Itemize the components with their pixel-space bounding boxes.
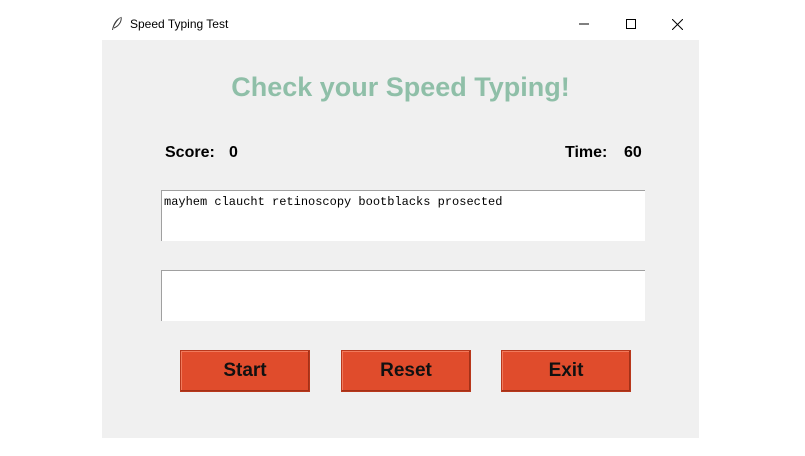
app-window: Speed Typing Test Check your Speed Typin…: [102, 8, 699, 438]
score-label: Score:: [165, 144, 215, 161]
score-value: 0: [229, 144, 238, 161]
close-icon: [671, 18, 683, 30]
time-value: 60: [624, 144, 642, 161]
start-button[interactable]: Start: [180, 350, 310, 392]
maximize-button[interactable]: [608, 8, 654, 40]
typing-input[interactable]: [162, 271, 645, 321]
page-title: Check your Speed Typing!: [231, 72, 570, 102]
minimize-icon: [579, 19, 589, 29]
title-bar[interactable]: Speed Typing Test: [102, 8, 699, 40]
feather-icon: [110, 16, 124, 32]
close-button[interactable]: [654, 8, 700, 40]
minimize-button[interactable]: [561, 8, 607, 40]
client-area: Check your Speed Typing! Score: 0 Time: …: [102, 40, 699, 438]
words-text: mayhem claucht retinoscopy bootblacks pr…: [164, 195, 503, 209]
time-label: Time:: [565, 144, 608, 161]
window-title: Speed Typing Test: [130, 17, 229, 31]
exit-button[interactable]: Exit: [501, 350, 631, 392]
maximize-icon: [626, 19, 636, 29]
typing-area[interactable]: [161, 270, 645, 321]
reset-button[interactable]: Reset: [341, 350, 471, 392]
words-display[interactable]: mayhem claucht retinoscopy bootblacks pr…: [161, 190, 645, 241]
